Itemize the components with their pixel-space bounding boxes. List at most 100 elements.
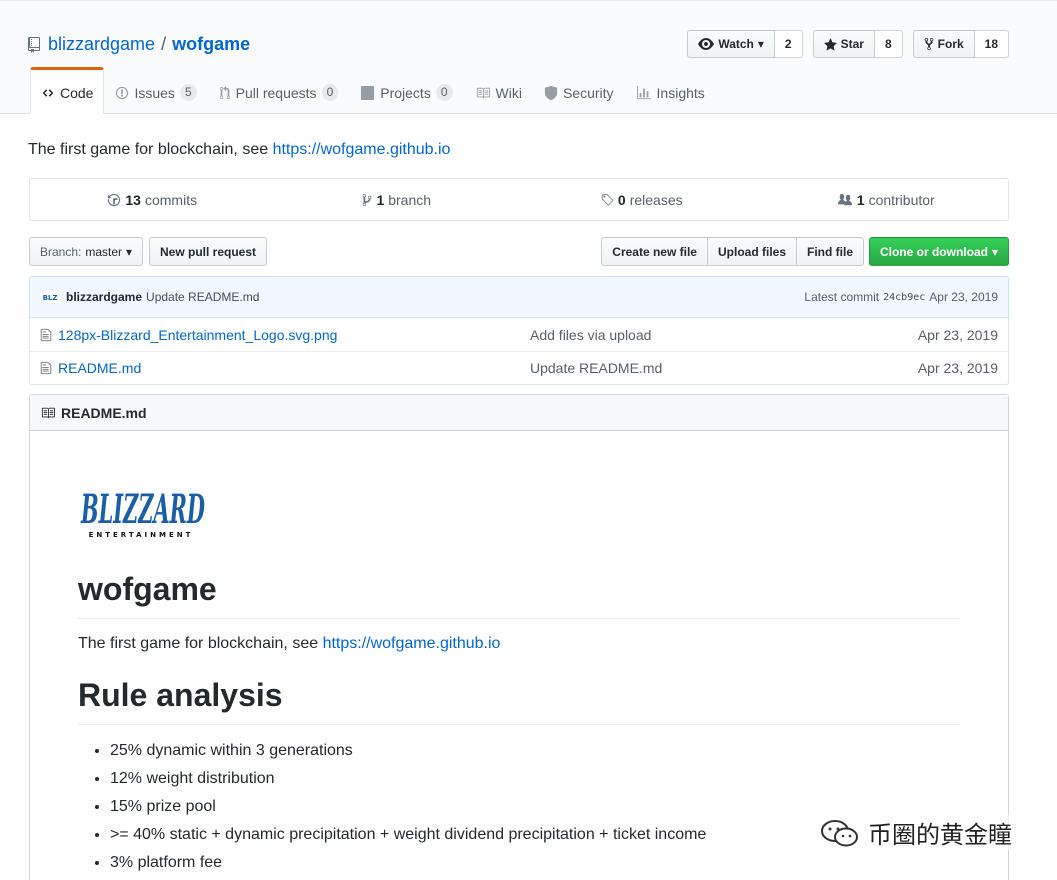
fork-label: Fork xyxy=(937,37,964,51)
tab-projects-label: Projects xyxy=(380,84,431,101)
watch-count[interactable]: 2 xyxy=(774,30,803,58)
graph-icon xyxy=(636,85,651,99)
numbers-summary: 13 commits 1 branch 0 releases 1 contrib… xyxy=(29,178,1009,221)
tag-icon xyxy=(601,193,614,205)
repo-icon xyxy=(28,36,40,53)
readme-header: README.md xyxy=(30,395,1008,431)
new-pull-request-button[interactable]: New pull request xyxy=(149,237,268,266)
branch-prefix: Branch: xyxy=(40,244,82,259)
contributors-link[interactable]: 1 contributor xyxy=(764,192,1009,208)
branch-select-button[interactable]: Branch: master ▾ xyxy=(29,237,144,266)
description-text: The first game for blockchain, see xyxy=(28,141,273,158)
shield-icon xyxy=(544,85,558,100)
projects-counter: 0 xyxy=(435,84,453,101)
tab-pull-requests-label: Pull requests xyxy=(235,84,317,101)
branch-name: master xyxy=(85,244,123,259)
readme-heading: wofgame xyxy=(78,571,960,619)
blizzard-logo: BLIZZARD ENTERTAINMENT xyxy=(80,486,205,539)
repo-owner-link[interactable]: blizzardgame xyxy=(48,34,155,55)
description-link[interactable]: https://wofgame.github.io xyxy=(273,141,451,158)
star-group: Star 8 xyxy=(812,30,903,58)
readme-intro-link[interactable]: https://wofgame.github.io xyxy=(323,635,501,652)
tab-pull-requests[interactable]: Pull requests 0 xyxy=(208,67,350,114)
repo-title: blizzardgame / wofgame xyxy=(28,34,250,55)
releases-count: 0 xyxy=(617,191,626,208)
list-item: 12% weight distribution xyxy=(110,769,960,789)
watermark: 币圈的黄金瞳 xyxy=(820,815,1012,850)
fork-count[interactable]: 18 xyxy=(974,30,1009,58)
fork-group: Fork 18 xyxy=(912,30,1009,58)
pull-request-icon xyxy=(219,85,230,99)
tab-security[interactable]: Security xyxy=(533,67,625,114)
file-actions: Create new file Upload files Find file xyxy=(601,237,864,266)
branch-label: branch xyxy=(388,191,432,208)
file-age: Apr 23, 2019 xyxy=(917,326,998,343)
file-icon xyxy=(40,361,52,375)
file-age: Apr 23, 2019 xyxy=(917,360,998,376)
star-button[interactable]: Star xyxy=(812,30,875,58)
branch-link[interactable]: 1 branch xyxy=(275,192,520,208)
tab-insights[interactable]: Insights xyxy=(625,67,716,114)
commit-message[interactable]: Update README.md xyxy=(146,290,259,304)
rules-list: 25% dynamic within 3 generations 12% wei… xyxy=(78,741,960,873)
star-count[interactable]: 8 xyxy=(874,30,903,58)
contributor-label: contributor xyxy=(868,191,935,208)
commit-author[interactable]: blizzardgame xyxy=(66,290,142,304)
table-row: README.md Update README.md Apr 23, 2019 xyxy=(30,351,1008,384)
tab-code-label: Code xyxy=(60,84,94,101)
logo-wordmark: BLIZZARD xyxy=(80,486,205,533)
readme-intro-text: The first game for blockchain, see xyxy=(78,635,323,652)
rule-analysis-heading: Rule analysis xyxy=(78,677,960,725)
chevron-down-icon: ▾ xyxy=(991,244,998,259)
tab-code[interactable]: Code xyxy=(30,67,105,114)
releases-link[interactable]: 0 releases xyxy=(519,192,764,208)
star-label: Star xyxy=(840,37,864,51)
upload-files-button[interactable]: Upload files xyxy=(706,237,797,266)
tab-insights-label: Insights xyxy=(656,84,705,101)
readme-content: BLIZZARD ENTERTAINMENT wofgame The first… xyxy=(30,431,1008,873)
code-icon xyxy=(42,88,54,97)
repo-nav: Code Issues 5 Pull requests 0 Projects 0… xyxy=(30,67,716,114)
eye-icon xyxy=(698,38,715,50)
list-item: 15% prize pool xyxy=(110,797,960,817)
chevron-down-icon: ▾ xyxy=(757,37,764,51)
file-icon xyxy=(40,328,52,341)
tab-projects[interactable]: Projects 0 xyxy=(349,67,463,114)
file-name-link[interactable]: 128px-Blizzard_Entertainment_Logo.svg.pn… xyxy=(58,327,337,343)
clone-download-button[interactable]: Clone or download ▾ xyxy=(868,237,1009,266)
file-commit-message[interactable]: Add files via upload xyxy=(530,327,918,343)
repo-name-link[interactable]: wofgame xyxy=(172,34,250,55)
issues-counter: 5 xyxy=(179,84,197,101)
readme-box: README.md BLIZZARD ENTERTAINMENT wofgame… xyxy=(29,394,1009,880)
repo-actions: Watch ▾ 2 Star 8 Fork 18 xyxy=(687,30,1009,58)
contributor-count: 1 xyxy=(856,191,865,208)
avatar[interactable]: BLZ xyxy=(40,291,60,303)
watch-button[interactable]: Watch ▾ xyxy=(687,30,775,58)
releases-label: releases xyxy=(629,191,683,208)
tab-issues[interactable]: Issues 5 xyxy=(104,67,207,114)
clone-label: Clone or download xyxy=(879,244,988,259)
fork-button[interactable]: Fork xyxy=(912,30,975,58)
tab-issues-label: Issues xyxy=(134,84,175,101)
commits-link[interactable]: 13 commits xyxy=(30,192,275,208)
branch-count: 1 xyxy=(376,191,385,208)
watch-label: Watch xyxy=(718,37,754,51)
latest-commit-label: Latest commit xyxy=(804,290,880,304)
fork-icon xyxy=(924,37,933,51)
tab-wiki[interactable]: Wiki xyxy=(464,67,533,114)
commits-count: 13 xyxy=(125,191,141,208)
file-navigation: Branch: master ▾ New pull request Create… xyxy=(29,237,1009,266)
commit-sha[interactable]: 24cb9ec xyxy=(883,292,925,303)
logo-subtitle: ENTERTAINMENT xyxy=(89,531,194,539)
book-icon xyxy=(41,407,55,418)
file-commit-message[interactable]: Update README.md xyxy=(530,360,918,376)
watch-group: Watch ▾ 2 xyxy=(687,30,803,58)
project-icon xyxy=(361,85,375,100)
find-file-button[interactable]: Find file xyxy=(796,237,864,266)
branch-icon xyxy=(363,193,372,206)
people-icon xyxy=(837,193,852,205)
commit-date: Apr 23, 2019 xyxy=(929,290,998,304)
create-new-file-button[interactable]: Create new file xyxy=(601,237,708,266)
file-name-link[interactable]: README.md xyxy=(58,360,141,376)
repo-separator: / xyxy=(161,34,167,54)
